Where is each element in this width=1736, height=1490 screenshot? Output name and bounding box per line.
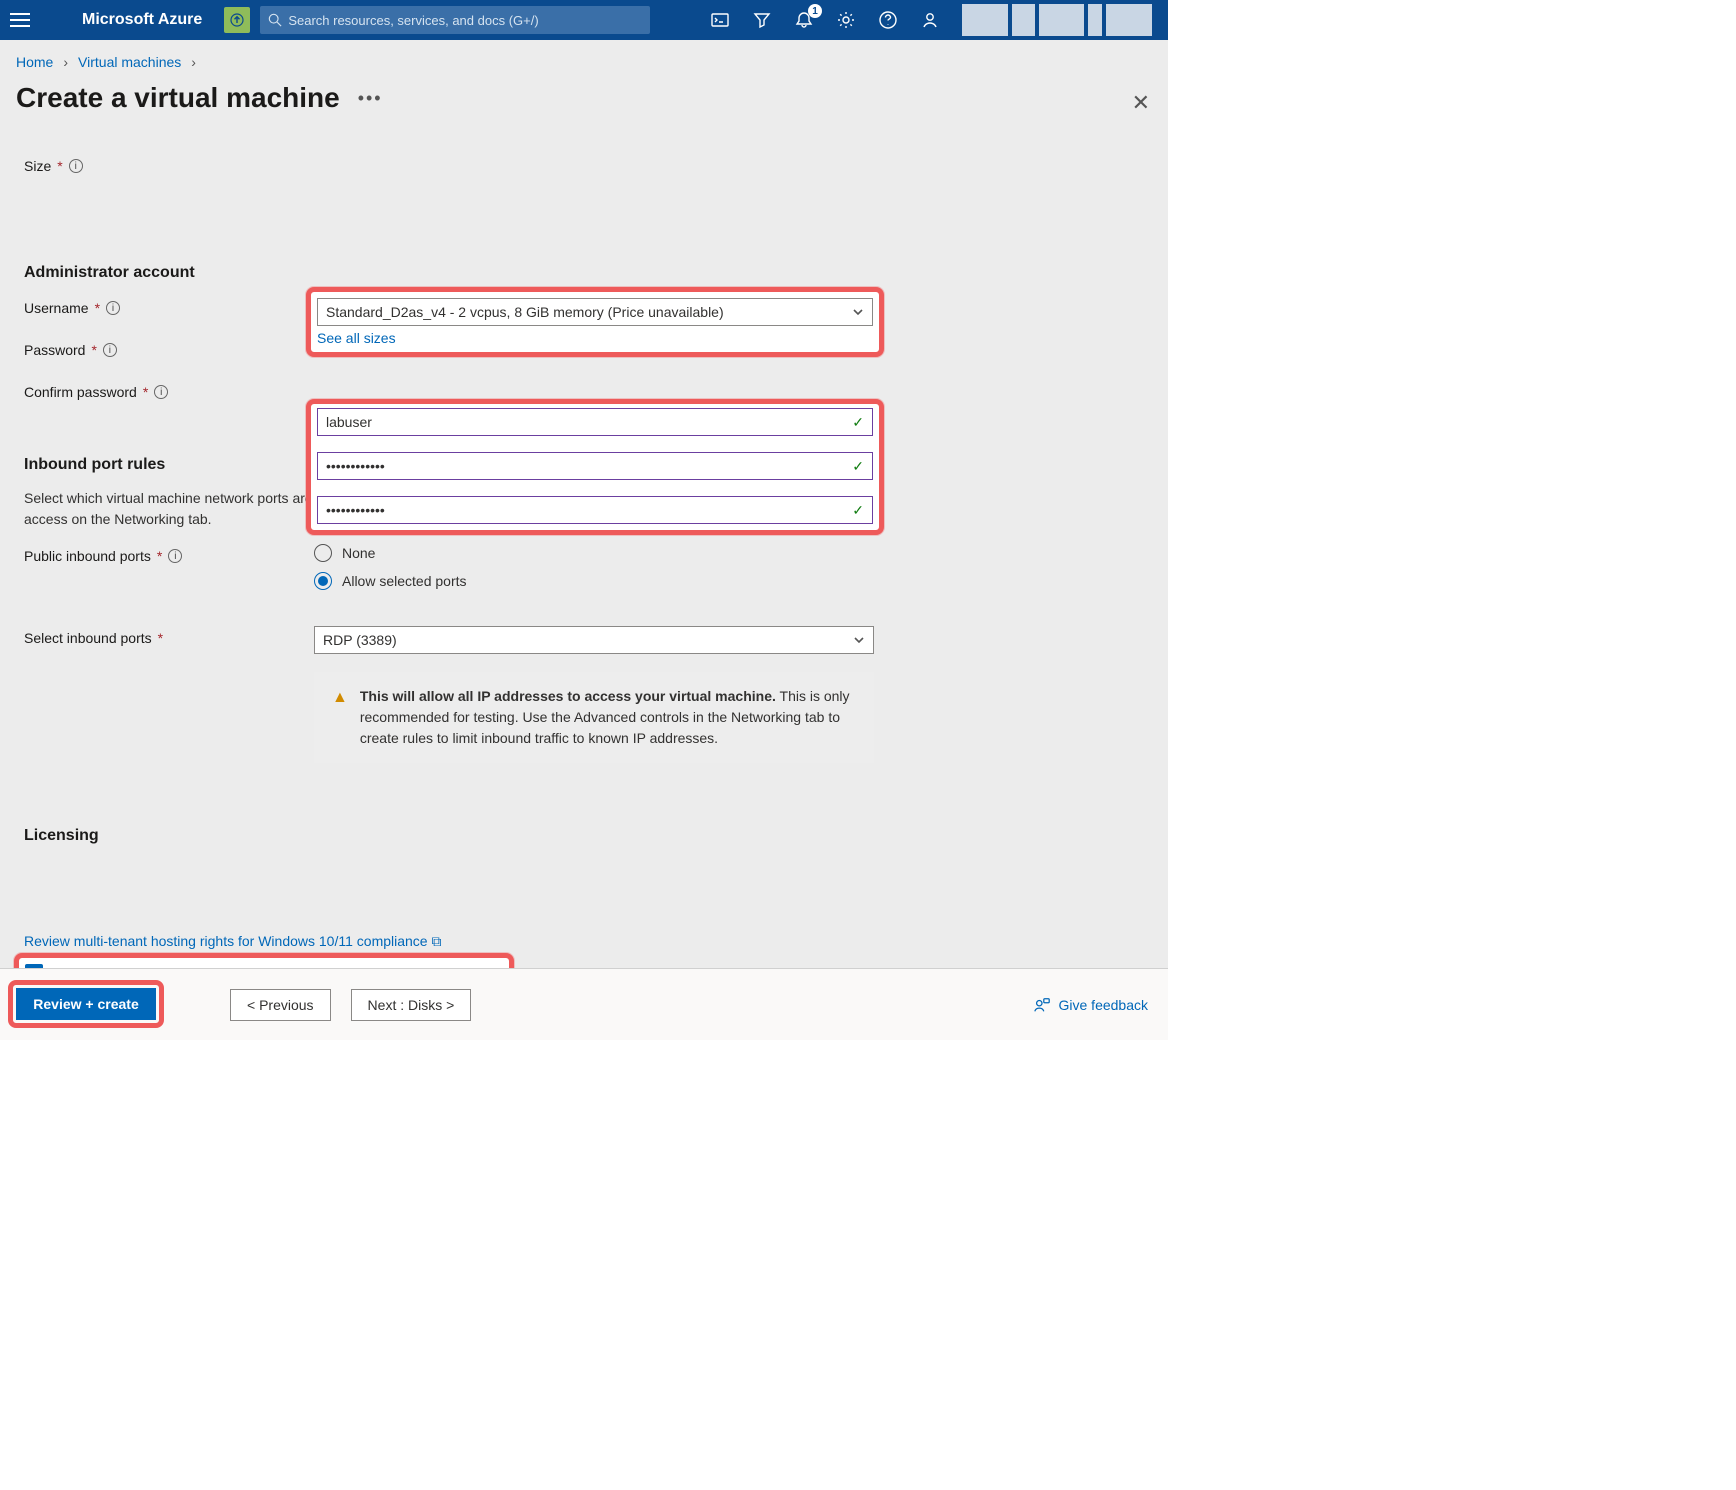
warning-icon: ▲ — [332, 686, 348, 749]
search-placeholder: Search resources, services, and docs (G+… — [288, 13, 538, 28]
feedback-label: Give feedback — [1059, 997, 1149, 1013]
page-title: Create a virtual machine — [16, 82, 340, 114]
info-icon[interactable]: i — [168, 549, 182, 563]
chevron-right-icon: › — [191, 54, 196, 70]
password-input[interactable]: •••••••••••• ✓ — [317, 452, 873, 480]
info-icon[interactable]: i — [154, 385, 168, 399]
notif-count: 1 — [808, 4, 822, 18]
password-value: •••••••••••• — [326, 458, 385, 474]
confirm-password-value: •••••••••••• — [326, 502, 385, 518]
info-icon[interactable]: i — [103, 343, 117, 357]
brand-label: Microsoft Azure — [82, 11, 202, 29]
close-icon[interactable]: ✕ — [1132, 90, 1150, 116]
inbound-ports-select[interactable]: RDP (3389) — [314, 626, 874, 654]
previous-button[interactable]: < Previous — [230, 989, 331, 1021]
info-icon[interactable]: i — [69, 159, 83, 173]
size-label: Size — [24, 158, 51, 174]
username-input[interactable]: labuser ✓ — [317, 408, 873, 436]
public-ports-label: Public inbound ports — [24, 548, 151, 564]
chevron-down-icon — [852, 306, 864, 318]
help-icon[interactable] — [878, 10, 898, 30]
upgrade-icon[interactable] — [224, 7, 250, 33]
check-icon: ✓ — [852, 414, 864, 431]
cloud-shell-icon[interactable] — [710, 10, 730, 30]
radio-allow-label: Allow selected ports — [342, 573, 467, 589]
warning-bold: This will allow all IP addresses to acce… — [360, 688, 776, 704]
size-select[interactable]: Standard_D2as_v4 - 2 vcpus, 8 GiB memory… — [317, 298, 873, 326]
give-feedback-link[interactable]: Give feedback — [1033, 996, 1149, 1014]
confirm-password-label: Confirm password — [24, 384, 137, 400]
filter-icon[interactable] — [752, 10, 772, 30]
see-all-sizes-link[interactable]: See all sizes — [317, 330, 396, 346]
notifications-icon[interactable]: 1 — [794, 10, 814, 30]
compliance-link[interactable]: Review multi-tenant hosting rights for W… — [24, 933, 428, 949]
settings-icon[interactable] — [836, 10, 856, 30]
password-label: Password — [24, 342, 85, 358]
radio-allow-selected[interactable]: Allow selected ports — [314, 572, 874, 590]
username-value: labuser — [326, 414, 372, 430]
inbound-warning-box: ▲ This will allow all IP addresses to ac… — [314, 672, 874, 763]
external-link-icon: ⧉ — [431, 933, 441, 949]
breadcrumb-vms[interactable]: Virtual machines — [78, 54, 181, 70]
select-ports-label: Select inbound ports — [24, 630, 152, 646]
check-icon: ✓ — [852, 458, 864, 475]
radio-none-label: None — [342, 545, 375, 561]
search-icon — [268, 13, 282, 27]
wizard-footer: < Previous Next : Disks > Give feedback — [0, 968, 1168, 1040]
radio-none[interactable]: None — [314, 544, 874, 562]
check-icon: ✓ — [852, 502, 864, 519]
azure-top-bar: Microsoft Azure Search resources, servic… — [0, 0, 1168, 40]
user-account-area[interactable] — [962, 4, 1152, 36]
review-create-highlight: Review + create — [8, 980, 164, 1028]
review-create-button[interactable]: Review + create — [16, 988, 156, 1020]
radio-icon — [314, 544, 332, 562]
next-button[interactable]: Next : Disks > — [351, 989, 472, 1021]
breadcrumb: Home › Virtual machines › — [0, 40, 1168, 76]
feedback-icon[interactable] — [920, 10, 940, 30]
chevron-right-icon: › — [63, 54, 68, 70]
username-label: Username — [24, 300, 89, 316]
info-icon[interactable]: i — [106, 301, 120, 315]
global-search-input[interactable]: Search resources, services, and docs (G+… — [260, 6, 650, 34]
more-actions-icon[interactable]: ••• — [358, 88, 383, 109]
confirm-password-input[interactable]: •••••••••••• ✓ — [317, 496, 873, 524]
inbound-ports-value: RDP (3389) — [323, 632, 397, 648]
vm-create-form: Size * i Standard_D2as_v4 - 2 vcpus, 8 G… — [0, 124, 1168, 1040]
person-feedback-icon — [1033, 996, 1051, 1014]
admin-section-heading: Administrator account — [24, 264, 1144, 282]
size-value: Standard_D2as_v4 - 2 vcpus, 8 GiB memory… — [326, 304, 724, 320]
menu-icon[interactable] — [8, 8, 32, 32]
chevron-down-icon — [853, 634, 865, 646]
breadcrumb-home[interactable]: Home — [16, 54, 53, 70]
licensing-section-heading: Licensing — [24, 827, 1144, 845]
radio-icon-selected — [314, 572, 332, 590]
